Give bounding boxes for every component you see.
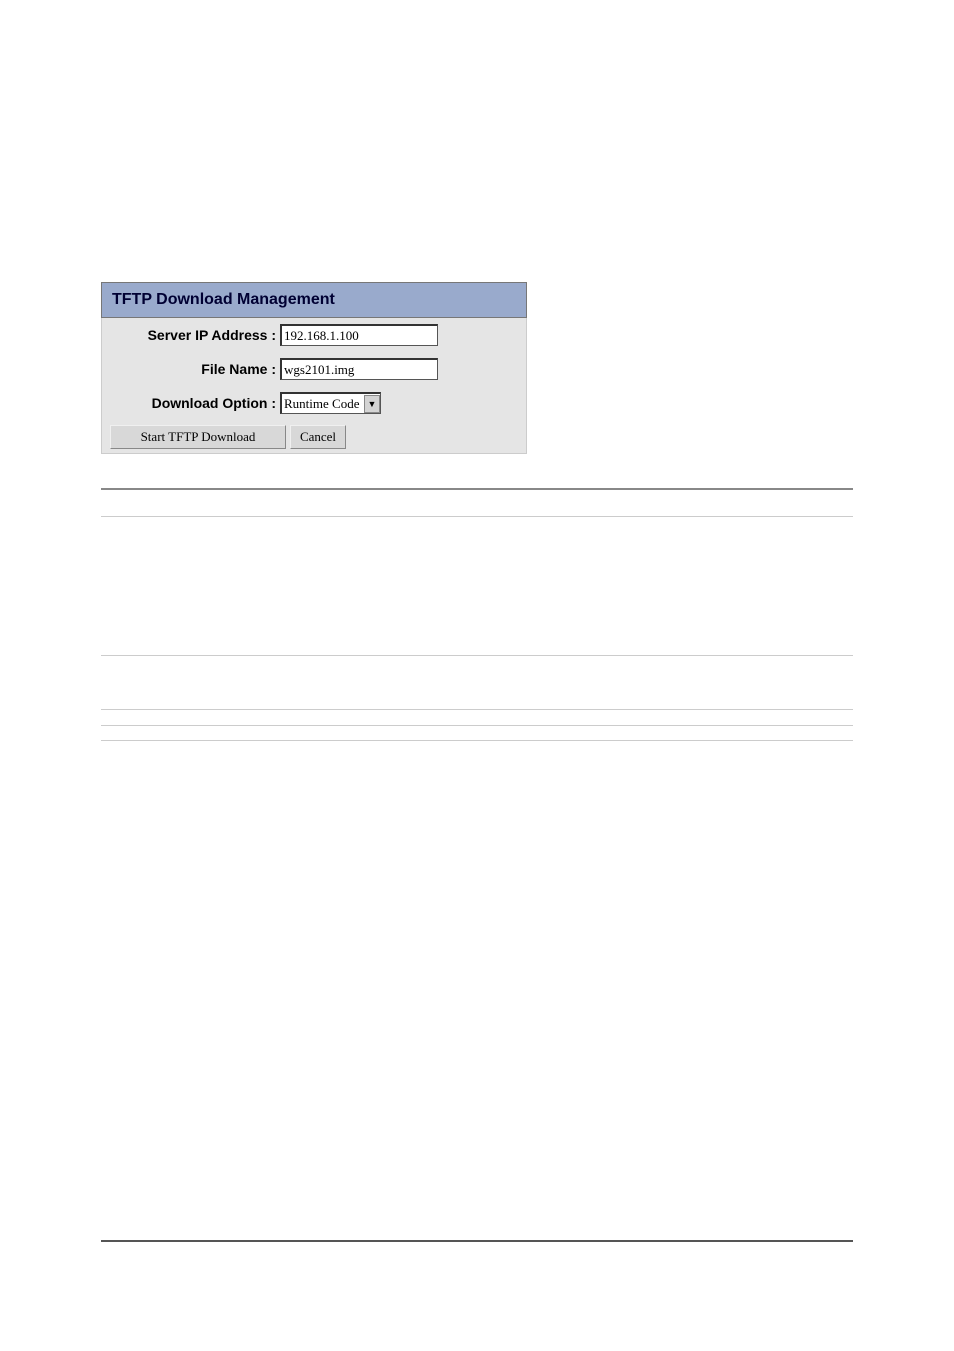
file-name-row: File Name : <box>101 352 527 386</box>
divider <box>101 740 853 741</box>
download-option-row: Download Option : Runtime Code ▼ <box>101 386 527 420</box>
divider <box>101 709 853 710</box>
button-row: Start TFTP Download Cancel <box>101 420 527 454</box>
panel-title: TFTP Download Management <box>101 282 527 318</box>
chevron-down-icon: ▼ <box>364 395 380 413</box>
file-name-label: File Name : <box>102 361 280 377</box>
download-option-label: Download Option : <box>102 395 280 411</box>
download-option-value: Runtime Code <box>284 396 359 412</box>
divider <box>101 655 853 656</box>
server-ip-input[interactable] <box>280 324 438 346</box>
cancel-button[interactable]: Cancel <box>290 425 346 449</box>
divider <box>101 488 853 490</box>
file-name-input[interactable] <box>280 358 438 380</box>
server-ip-label: Server IP Address : <box>102 327 280 343</box>
divider <box>101 516 853 517</box>
server-ip-row: Server IP Address : <box>101 318 527 352</box>
start-tftp-download-button[interactable]: Start TFTP Download <box>110 425 286 449</box>
divider <box>101 725 853 726</box>
download-option-select[interactable]: Runtime Code ▼ <box>280 392 381 414</box>
tftp-download-panel: TFTP Download Management Server IP Addre… <box>101 282 527 454</box>
divider <box>101 1240 853 1242</box>
